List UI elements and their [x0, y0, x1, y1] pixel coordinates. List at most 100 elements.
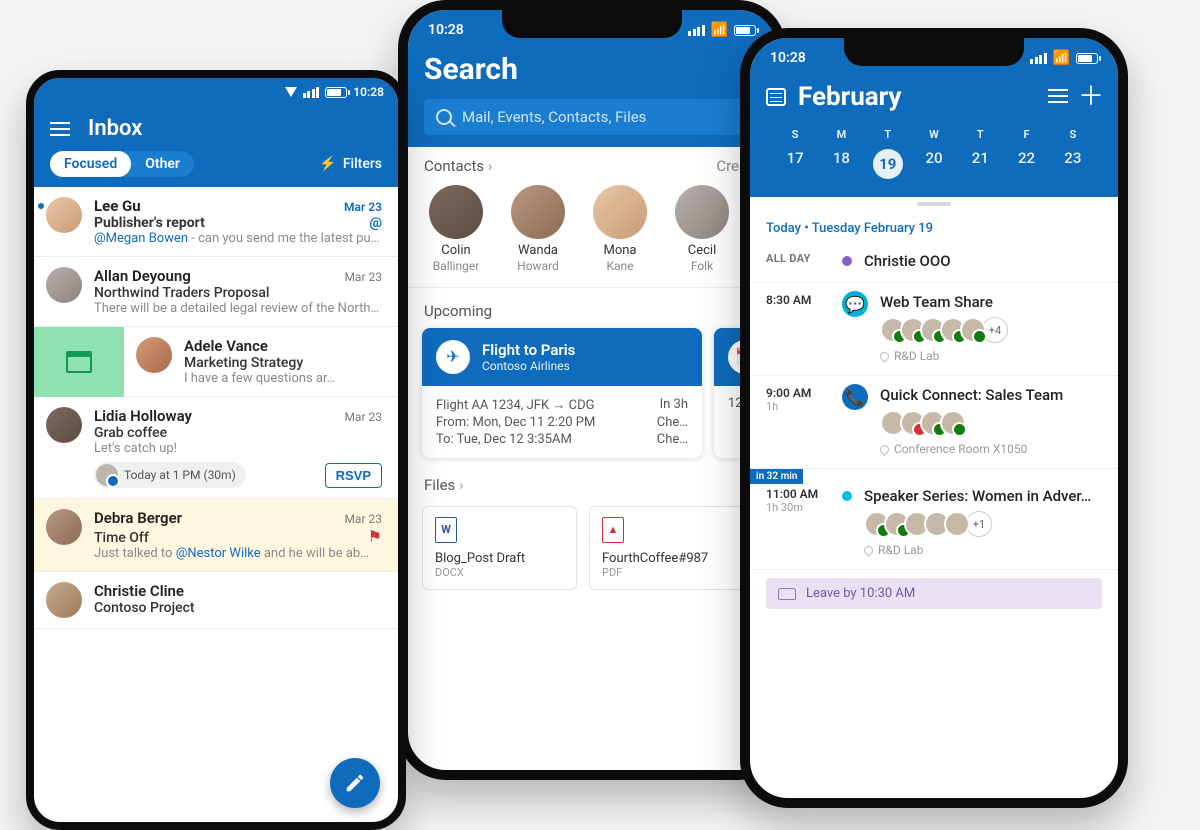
car-icon	[778, 588, 796, 600]
message-item[interactable]: Lidia Holloway Mar 23 Grab coffee Let's …	[34, 397, 398, 499]
contact-item[interactable]: WandaHoward	[504, 185, 572, 273]
event-item[interactable]: 9:00 AM 1h 📞 Quick Connect: Sales Team C…	[750, 376, 1118, 469]
avatar	[46, 267, 82, 303]
preview: I have a few questions ar…	[184, 371, 382, 386]
event-location: Conference Room X1050	[894, 442, 1027, 456]
date: Mar 23	[344, 270, 382, 284]
event-time: Today at 1 PM (30m)	[124, 468, 236, 482]
event-time: 11:00 AM	[766, 487, 830, 501]
message-list: Lee Gu Mar 23 Publisher's report @ @Mega…	[34, 187, 398, 629]
flight-card[interactable]: ✈ Flight to Paris Contoso Airlines Fligh…	[422, 328, 702, 458]
flag-icon: ⚑	[368, 527, 382, 546]
plane-icon: ✈	[436, 340, 470, 374]
calendar-icon[interactable]	[766, 88, 786, 106]
day-col[interactable]: W20	[911, 128, 957, 179]
filters-button[interactable]: ⚡ Filters	[319, 156, 382, 172]
day-col[interactable]: F22	[1003, 128, 1049, 179]
file-type: DOCX	[435, 566, 564, 579]
day-col[interactable]: S17	[772, 128, 818, 179]
menu-button[interactable]	[50, 122, 70, 136]
event-item[interactable]: in 32 min 11:00 AM 1h 30m Speaker Series…	[750, 469, 1118, 570]
event-chip[interactable]: Today at 1 PM (30m)	[94, 462, 246, 488]
contacts-row: ColinBallinger WandaHoward MonaKane Ceci…	[408, 181, 776, 288]
leave-label: Leave by 10:30 AM	[806, 586, 915, 601]
screen-title: Search	[424, 46, 760, 99]
agenda-view-icon[interactable]	[1048, 89, 1068, 105]
attendee-row: +4	[880, 317, 1102, 343]
phone-calendar: 10:28 📶 February ＋ S17 M18 T19 W20 T21 F…	[740, 28, 1128, 808]
compose-fab[interactable]	[330, 758, 380, 808]
day-col[interactable]: T21	[957, 128, 1003, 179]
file-name: Blog_Post Draft	[435, 551, 564, 566]
leave-reminder[interactable]: Leave by 10:30 AM	[766, 578, 1102, 609]
event-title: Speaker Series: Women in Adver…	[864, 487, 1102, 505]
message-item[interactable]: Lee Gu Mar 23 Publisher's report @ @Mega…	[34, 187, 398, 257]
subject: Contoso Project	[94, 600, 382, 616]
message-item-swiped[interactable]: Adele Vance Marketing Strategy I have a …	[34, 327, 398, 397]
upcoming-header: Upcoming	[408, 288, 776, 328]
time-until-badge: in 32 min	[750, 469, 803, 484]
avatar	[46, 407, 82, 443]
event-time: ALL DAY	[766, 252, 830, 265]
date: Mar 23	[344, 200, 382, 214]
files-header[interactable]: Files ›	[424, 476, 464, 494]
message-item[interactable]: Christie Cline Contoso Project	[34, 572, 398, 629]
event-item[interactable]: ALL DAY Christie OOO	[750, 242, 1118, 283]
contact-item[interactable]: CecilFolk	[668, 185, 736, 273]
inbox-header: 10:28 Inbox Focused Other ⚡ Filters	[34, 78, 398, 187]
phone-search: 10:28 📶 Search Mail, Events, Contacts, F…	[398, 0, 786, 780]
sender: Lidia Holloway	[94, 407, 192, 425]
mini-avatar-icon	[96, 464, 118, 486]
contacts-header[interactable]: Contacts ›	[424, 157, 492, 175]
location-pin-icon	[878, 350, 891, 363]
flight-to: To: Tue, Dec 12 3:35AM	[436, 432, 572, 447]
preview: @Megan Bowen - can you send me the lates…	[94, 231, 382, 246]
word-file-icon: W	[435, 517, 457, 543]
search-input[interactable]: Mail, Events, Contacts, Files	[424, 99, 760, 135]
subject: Marketing Strategy	[184, 355, 382, 371]
contact-item[interactable]: ColinBallinger	[422, 185, 490, 273]
agenda-list: ALL DAY Christie OOO 8:30 AM 💬 Web Team …	[750, 242, 1118, 609]
preview: Let's catch up!	[94, 441, 382, 456]
avatar	[46, 197, 82, 233]
signal-icon	[688, 25, 705, 36]
pdf-file-icon: ▲	[602, 517, 624, 543]
status-bar: 10:28 📶	[750, 38, 1118, 74]
location-pin-icon	[878, 443, 891, 456]
clock: 10:28	[770, 50, 806, 66]
tab-focused[interactable]: Focused	[50, 151, 131, 177]
pencil-icon	[344, 772, 366, 794]
event-item[interactable]: 8:30 AM 💬 Web Team Share +4 R&D Lab	[750, 283, 1118, 376]
message-item[interactable]: Debra Berger Mar 23 Time Off ⚑ Just talk…	[34, 499, 398, 572]
day-col[interactable]: S23	[1050, 128, 1096, 179]
sender: Allan Deyoung	[94, 267, 191, 285]
tab-other[interactable]: Other	[131, 151, 194, 177]
subject: Publisher's report	[94, 215, 205, 231]
mention-icon: @	[369, 215, 382, 231]
rsvp-button[interactable]: RSVP	[325, 463, 382, 488]
sender: Adele Vance	[184, 337, 268, 355]
month-title[interactable]: February	[798, 82, 1036, 112]
signal-icon	[303, 87, 320, 98]
file-item[interactable]: ▲ FourthCoffee#987 PDF	[589, 506, 744, 590]
date: Mar 23	[344, 410, 382, 424]
day-col-today[interactable]: T19	[865, 128, 911, 179]
file-item[interactable]: W Blog_Post Draft DOCX	[422, 506, 577, 590]
file-type: PDF	[602, 566, 731, 579]
day-col[interactable]: M18	[818, 128, 864, 179]
file-name: FourthCoffee#987	[602, 551, 731, 566]
battery-icon	[734, 25, 756, 36]
event-title: Web Team Share	[880, 293, 1102, 311]
search-icon	[436, 109, 452, 125]
flight-eta: In 3h	[660, 397, 688, 413]
contact-item[interactable]: MonaKane	[586, 185, 654, 273]
chevron-right-icon: ›	[459, 476, 464, 494]
battery-icon	[325, 87, 347, 98]
subject: Northwind Traders Proposal	[94, 285, 382, 301]
drag-handle[interactable]	[750, 197, 1118, 211]
archive-action[interactable]	[34, 327, 124, 397]
message-item[interactable]: Allan Deyoung Mar 23 Northwind Traders P…	[34, 257, 398, 327]
subject: Grab coffee	[94, 425, 382, 441]
today-label: Today • Tuesday February 19	[750, 211, 1118, 242]
add-event-button[interactable]: ＋	[1080, 86, 1102, 108]
